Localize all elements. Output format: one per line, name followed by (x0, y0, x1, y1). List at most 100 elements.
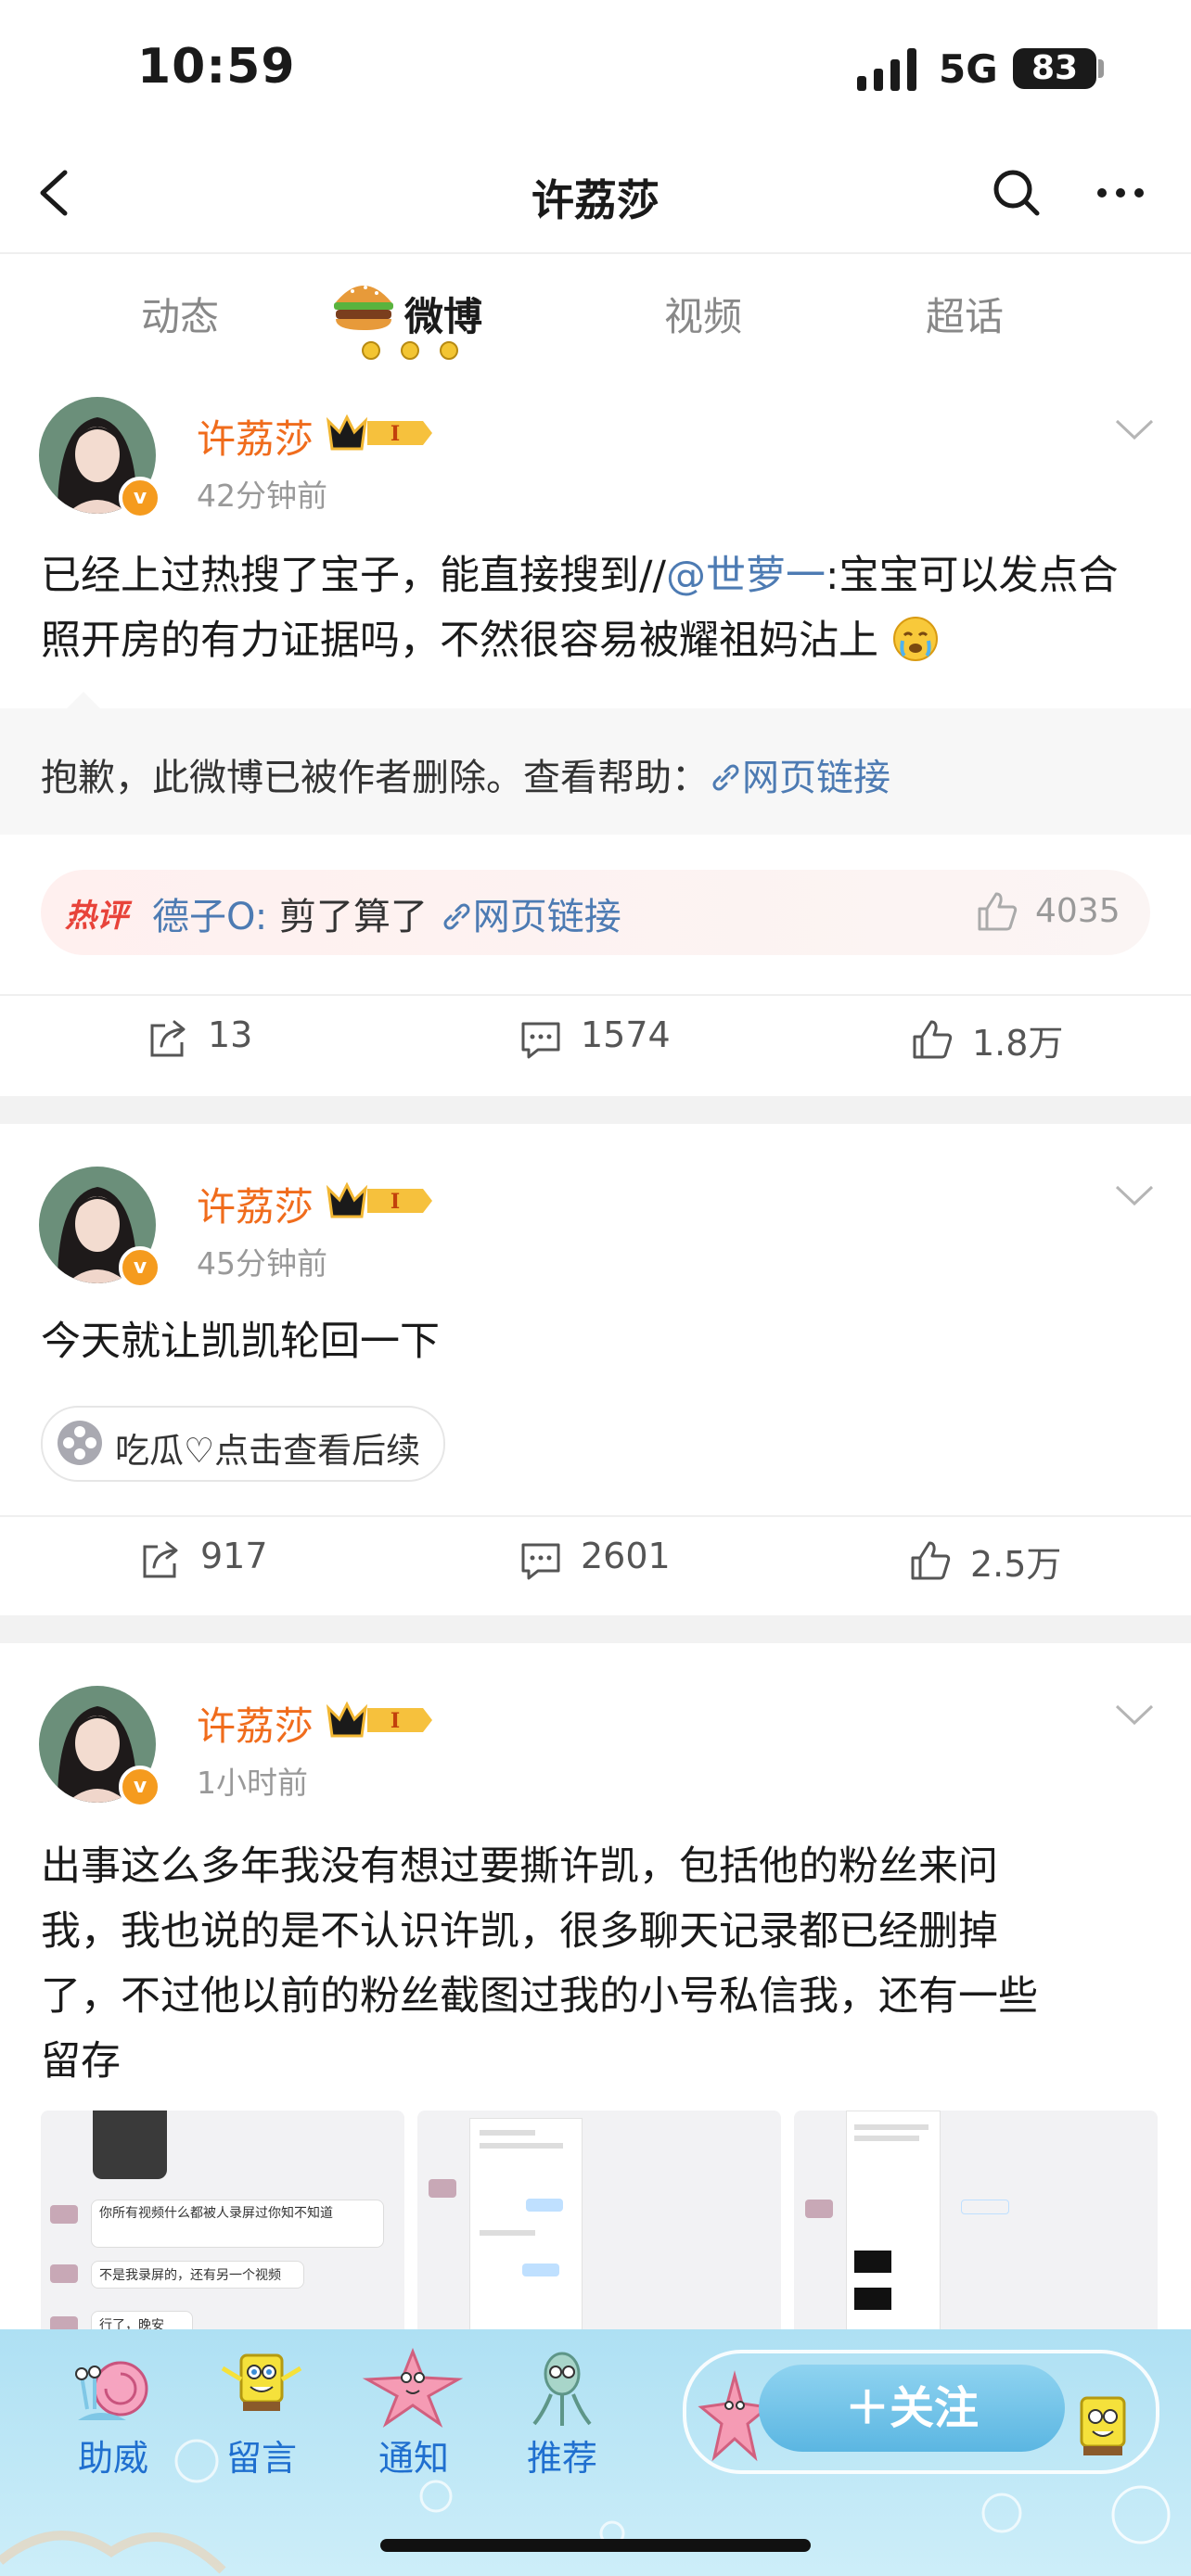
squid-icon (532, 2352, 592, 2426)
tab-super-topic[interactable]: 超话 (926, 286, 1004, 342)
web-link[interactable]: 网页链接 (440, 896, 621, 938)
search-icon[interactable] (989, 165, 1044, 221)
username[interactable]: 许荔莎 (197, 1176, 314, 1232)
snail-icon (75, 2361, 148, 2420)
hot-comment[interactable]: 热评 德子O: 剪了算了 网页链接 4035 (41, 870, 1150, 955)
chevron-down-icon[interactable] (1113, 1701, 1156, 1728)
vip-crown-icon: I (327, 1181, 432, 1218)
post-card: v 许荔莎 I 45分钟前 今天就让凯凯轮回一下 吃瓜♡点击查看后续 917 2… (0, 1124, 1191, 1613)
post-card: v 许荔莎 I 42分钟前 已经上过热搜了宝子，能直接搜到//@世萝一:宝宝可以… (0, 369, 1191, 1094)
topic-chip[interactable]: 吃瓜♡点击查看后续 (41, 1406, 445, 1482)
like-icon (913, 1020, 953, 1059)
avatar (50, 2264, 78, 2283)
post-text-line: 了，不过他以前的粉丝截图过我的小号私信我，还有一些 (41, 1973, 1038, 2020)
post-time: 42分钟前 (197, 478, 327, 514)
chevron-down-icon[interactable] (1113, 1181, 1156, 1209)
post-time: 45分钟前 (197, 1245, 327, 1282)
status-bar: 10:59 5G 83 (0, 0, 1191, 139)
burger-icon (334, 286, 393, 330)
profile-tabs: 动态 微博 视频 超话 (0, 252, 1191, 371)
like-icon[interactable] (976, 890, 1018, 933)
battery-tip (1098, 59, 1104, 78)
crying-emoji-icon (892, 617, 938, 661)
hot-comment-author[interactable]: 德子O: (152, 896, 267, 938)
avatar[interactable]: v (39, 1167, 161, 1289)
web-link-label: 网页链接 (472, 896, 621, 938)
avatar (805, 2200, 833, 2218)
post-text-part: 已经上过热搜了宝子，能直接搜到// (41, 553, 666, 599)
divider (0, 1096, 1191, 1124)
verified-badge-icon: v (119, 1246, 161, 1289)
post-text-line: 留存 (41, 2038, 121, 2085)
hot-comment-tag: 热评 (65, 898, 128, 935)
notify-label: 通知 (378, 2438, 449, 2479)
sponge-icon (221, 2353, 302, 2411)
chat-bubble (961, 2200, 1009, 2214)
message-label: 留言 (225, 2438, 297, 2479)
username[interactable]: 许荔莎 (197, 408, 314, 465)
avatar[interactable]: v (39, 397, 161, 519)
phone-screenshot-icon (93, 2111, 167, 2179)
repost-pointer-icon (65, 692, 102, 710)
chat-screenshot (846, 2111, 941, 2344)
hot-comment-likes: 4035 (1035, 892, 1121, 930)
avatar (429, 2179, 456, 2198)
post-text-line: 我，我也说的是不认识许凯，很多聊天记录都已经删掉 (41, 1908, 998, 1955)
deleted-notice: 抱歉，此微博已被作者删除。查看帮助： 网页链接 (41, 747, 890, 801)
post-actions: 13 1574 1.8万 (0, 994, 1191, 1079)
username[interactable]: 许荔莎 (197, 1695, 314, 1752)
mention-link[interactable]: @世萝一 (666, 553, 826, 599)
avatar[interactable]: v (39, 1686, 161, 1808)
avatar (50, 2205, 78, 2224)
comment-count: 1574 (581, 1014, 671, 1055)
tab-video[interactable]: 视频 (664, 286, 742, 342)
post-image[interactable] (417, 2111, 781, 2352)
comment-icon (521, 1022, 560, 1059)
share-icon (143, 1541, 178, 1578)
tab-dynamic[interactable]: 动态 (141, 286, 219, 342)
post-actions: 917 2601 2.5万 (0, 1515, 1191, 1600)
chat-screenshot (469, 2118, 583, 2342)
post-text-line: 出事这么多年我没有想过要撕许凯，包括他的粉丝来问 (41, 1843, 998, 1890)
post-text: 出事这么多年我没有想过要撕许凯，包括他的粉丝来问 我，我也说的是不认识许凯，很多… (41, 1834, 1154, 2094)
link-icon (443, 903, 470, 930)
web-link[interactable]: 网页链接 (709, 757, 890, 799)
verified-badge-icon: v (119, 477, 161, 519)
comment-count: 2601 (581, 1536, 671, 1576)
network-type: 5G (939, 46, 998, 92)
deleted-notice-text: 抱歉，此微博已被作者删除。查看帮助： (41, 757, 709, 799)
like-icon (911, 1541, 951, 1580)
flower-icon (58, 1421, 102, 1465)
share-icon (150, 1020, 186, 1057)
chat-bubble: 不是我录屏的，还有另一个视频 (91, 2261, 304, 2289)
web-link-label: 网页链接 (742, 757, 890, 799)
post-image[interactable] (794, 2111, 1158, 2352)
follow-button[interactable]: ＋关注 (759, 2365, 1065, 2452)
battery-level: 83 (1013, 48, 1096, 89)
cheer-label: 助威 (77, 2438, 148, 2479)
recommend-label: 推荐 (526, 2438, 597, 2479)
chat-bubble: 你所有视频什么都被人录屏过你知不知道 (91, 2200, 384, 2248)
repost-box[interactable]: 抱歉，此微博已被作者删除。查看帮助： 网页链接 (0, 692, 1191, 835)
like-count: 2.5万 (970, 1544, 1062, 1585)
like-count: 1.8万 (972, 1023, 1064, 1064)
svg-text:I: I (391, 1709, 400, 1733)
link-icon (712, 764, 739, 791)
post-text: 已经上过热搜了宝子，能直接搜到//@世萝一:宝宝可以发点合照开房的有力证据吗，不… (41, 543, 1154, 673)
post-card: v 许荔莎 I 1小时前 出事这么多年我没有想过要撕许凯，包括他的粉丝来问 我，… (0, 1643, 1191, 2352)
more-icon[interactable] (1093, 165, 1148, 221)
post-image[interactable]: 你所有视频什么都被人录屏过你知不知道 不是我录屏的，还有另一个视频 行了，晚安 (41, 2111, 404, 2352)
chevron-down-icon[interactable] (1113, 415, 1156, 443)
home-indicator (380, 2539, 811, 2552)
hot-comment-text: 剪了算了 (278, 896, 428, 938)
post-text: 今天就让凯凯轮回一下 (41, 1319, 440, 1365)
comment-icon (521, 1543, 560, 1580)
divider (0, 1615, 1191, 1643)
signal-icon (857, 48, 916, 91)
hot-comment-body: 德子O: 剪了算了 网页链接 (152, 886, 621, 940)
coin-decoration-icon (362, 341, 458, 360)
svg-text:I: I (391, 1190, 400, 1214)
verified-badge-icon: v (119, 1766, 161, 1808)
repost-count: 13 (208, 1014, 253, 1055)
tab-weibo[interactable]: 微博 (404, 286, 482, 342)
